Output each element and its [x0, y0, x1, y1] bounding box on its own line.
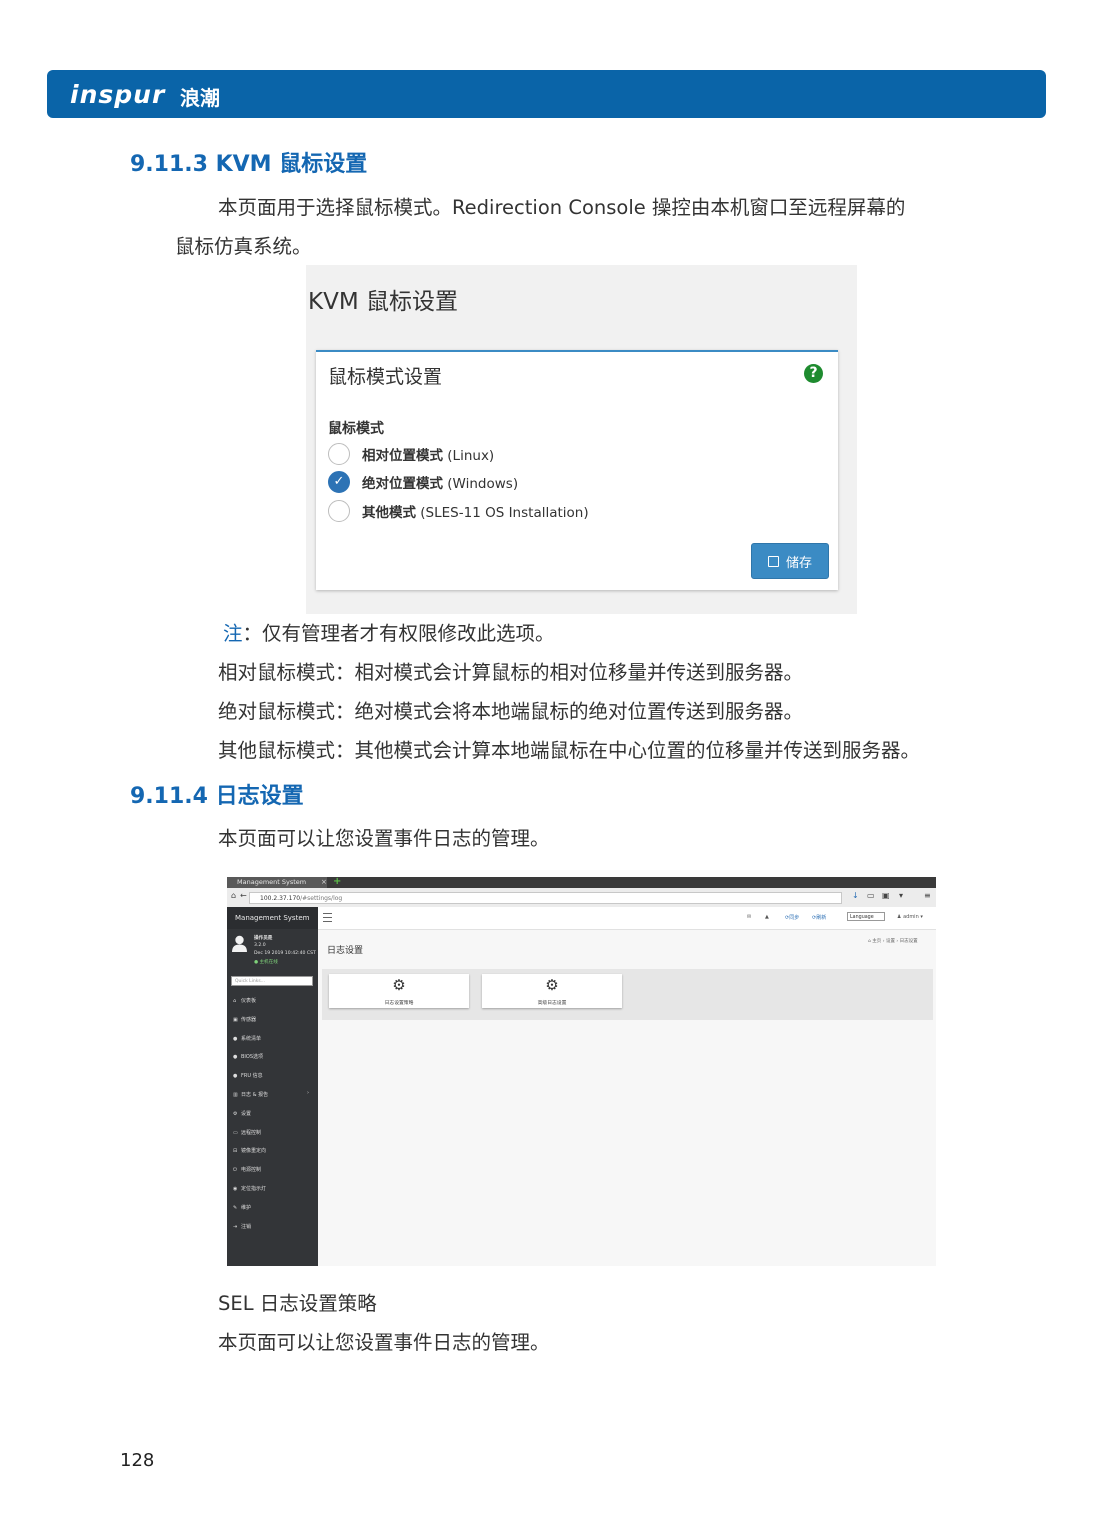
note-absolute: 绝对鼠标模式：绝对模式会将本地端鼠标的绝对位置传送到服务器。: [218, 700, 804, 723]
browser-tab[interactable]: Management System: [227, 877, 327, 888]
sidebar-item-locator-led[interactable]: ◉ 定位指示灯: [233, 1185, 266, 1192]
section-heading-log: 9.11.4 日志设置: [130, 784, 304, 809]
option-other-mode[interactable]: 其他模式 (SLES-11 OS Installation): [362, 501, 589, 521]
tile-advanced-log[interactable]: ⚙ 高级日志设置: [482, 974, 622, 1008]
sidebar-item-power[interactable]: ⏻ 电源控制: [233, 1166, 261, 1173]
browser-menu-icon[interactable]: ≡: [924, 891, 931, 900]
hamburger-menu-icon[interactable]: [323, 913, 332, 922]
new-tab-icon[interactable]: +: [333, 877, 341, 887]
host-status: ● 主机在线: [254, 960, 278, 965]
app-topbar: [318, 907, 936, 930]
gears-icon: ⚙: [545, 976, 559, 994]
sidebar-item-logs[interactable]: ▥ 日志 & 报告: [233, 1091, 268, 1098]
kvm-intro-line1: 本页面用于选择鼠标模式。Redirection Console 操控由本机窗口至…: [218, 196, 906, 219]
kvm-page-title: KVM 鼠标设置: [308, 289, 458, 315]
sidebar-item-remote-control[interactable]: ▭ 远程控制: [233, 1129, 261, 1136]
download-icon[interactable]: ↓: [852, 891, 859, 900]
radio-absolute-mode[interactable]: ✓: [328, 471, 350, 493]
mail-icon[interactable]: ✉: [747, 914, 751, 920]
mouse-mode-label: 鼠标模式: [328, 421, 384, 437]
home-icon[interactable]: ⌂: [231, 891, 236, 900]
note-relative: 相对鼠标模式：相对模式会计算鼠标的相对位移量并传送到服务器。: [218, 661, 804, 684]
sidebar-item-fru[interactable]: ● FRU 信息: [233, 1072, 263, 1079]
sidebar-item-logout[interactable]: ⇥ 注销: [233, 1223, 251, 1230]
sync-button[interactable]: ⟳同步: [785, 914, 799, 921]
inspur-logo-cn: 浪潮: [180, 86, 220, 110]
url-input[interactable]: 100.2.37.170/#settings/log: [249, 892, 842, 904]
help-icon[interactable]: ?: [804, 364, 823, 383]
kvm-intro-line2: 鼠标仿真系统。: [175, 235, 312, 258]
language-select[interactable]: Language: [847, 912, 885, 921]
sidebar-user-name: 操作员是: [254, 936, 273, 941]
sidebar-item-inventory[interactable]: ● 系统清单: [233, 1035, 261, 1042]
refresh-button[interactable]: ⟳刷新: [812, 914, 826, 921]
log-intro: 本页面可以让您设置事件日志的管理。: [218, 827, 550, 850]
log-page-title: 日志设置: [327, 946, 364, 956]
chevron-right-icon: ›: [307, 1090, 309, 1096]
log-settings-screenshot: Management System × + ⌂ ← 100.2.37.170/#…: [227, 877, 936, 1266]
inspur-logo: inspur: [70, 80, 166, 109]
window-icon[interactable]: ▭: [867, 891, 875, 900]
check-icon: ✓: [333, 474, 345, 489]
sidebar-item-bios[interactable]: ● BIOS选项: [233, 1053, 263, 1060]
radio-relative-mode[interactable]: [328, 443, 350, 465]
screenshot-icon[interactable]: ▣: [882, 891, 890, 900]
note-line: 注：仅有管理者才有权限修改此选项。: [223, 622, 555, 645]
gear-icon: ⚙: [392, 976, 406, 994]
tile-label: 日志设置策略: [384, 1001, 414, 1006]
sidebar-item-dashboard[interactable]: ⌂ 仪表板: [233, 997, 256, 1004]
back-icon[interactable]: ←: [240, 891, 247, 900]
quick-links-select[interactable]: Quick Links...: [231, 976, 313, 986]
sidebar-version: 3.2.0: [254, 943, 266, 948]
sidebar-item-sensors[interactable]: ▣ 传感器: [233, 1016, 256, 1023]
sidebar-item-maintenance[interactable]: ✎ 维护: [233, 1204, 251, 1211]
note-other: 其他鼠标模式：其他模式会计算本地端鼠标在中心位置的位移量并传送到服务器。: [218, 739, 921, 762]
sel-policy-text: 本页面可以让您设置事件日志的管理。: [218, 1331, 550, 1354]
sidebar-app-name: Management System: [227, 907, 318, 929]
save-button[interactable]: 储存: [751, 543, 829, 579]
sel-policy-title: SEL 日志设置策略: [218, 1292, 377, 1315]
sidebar-item-settings[interactable]: ⚙ 设置: [233, 1110, 251, 1117]
section-heading-kvm: 9.11.3 KVM 鼠标设置: [130, 152, 368, 177]
sidebar-item-media-redirect[interactable]: ⊟ 镜像重定向: [233, 1147, 266, 1154]
extensions-icon[interactable]: ▾: [899, 891, 903, 900]
tile-label: 高级日志设置: [537, 1001, 567, 1006]
card-title: 鼠标模式设置: [328, 366, 443, 388]
option-absolute-mode[interactable]: 绝对位置模式 (Windows): [362, 472, 518, 492]
tab-close-icon[interactable]: ×: [321, 877, 327, 888]
radio-other-mode[interactable]: [328, 500, 350, 522]
alert-icon[interactable]: ▲: [765, 914, 769, 920]
page-number: 128: [120, 1450, 155, 1471]
user-menu[interactable]: ♟ admin ▾: [897, 914, 923, 920]
option-relative-mode[interactable]: 相对位置模式 (Linux): [362, 444, 494, 464]
sidebar-datetime: Dec 19 2019 10:42:40 CST: [254, 951, 316, 956]
breadcrumb[interactable]: ⌂ 主页 › 设置 › 日志设置: [868, 938, 918, 944]
floppy-icon: [767, 555, 779, 567]
tile-log-policy[interactable]: ⚙ 日志设置策略: [329, 974, 469, 1008]
user-avatar-icon: [232, 935, 247, 952]
